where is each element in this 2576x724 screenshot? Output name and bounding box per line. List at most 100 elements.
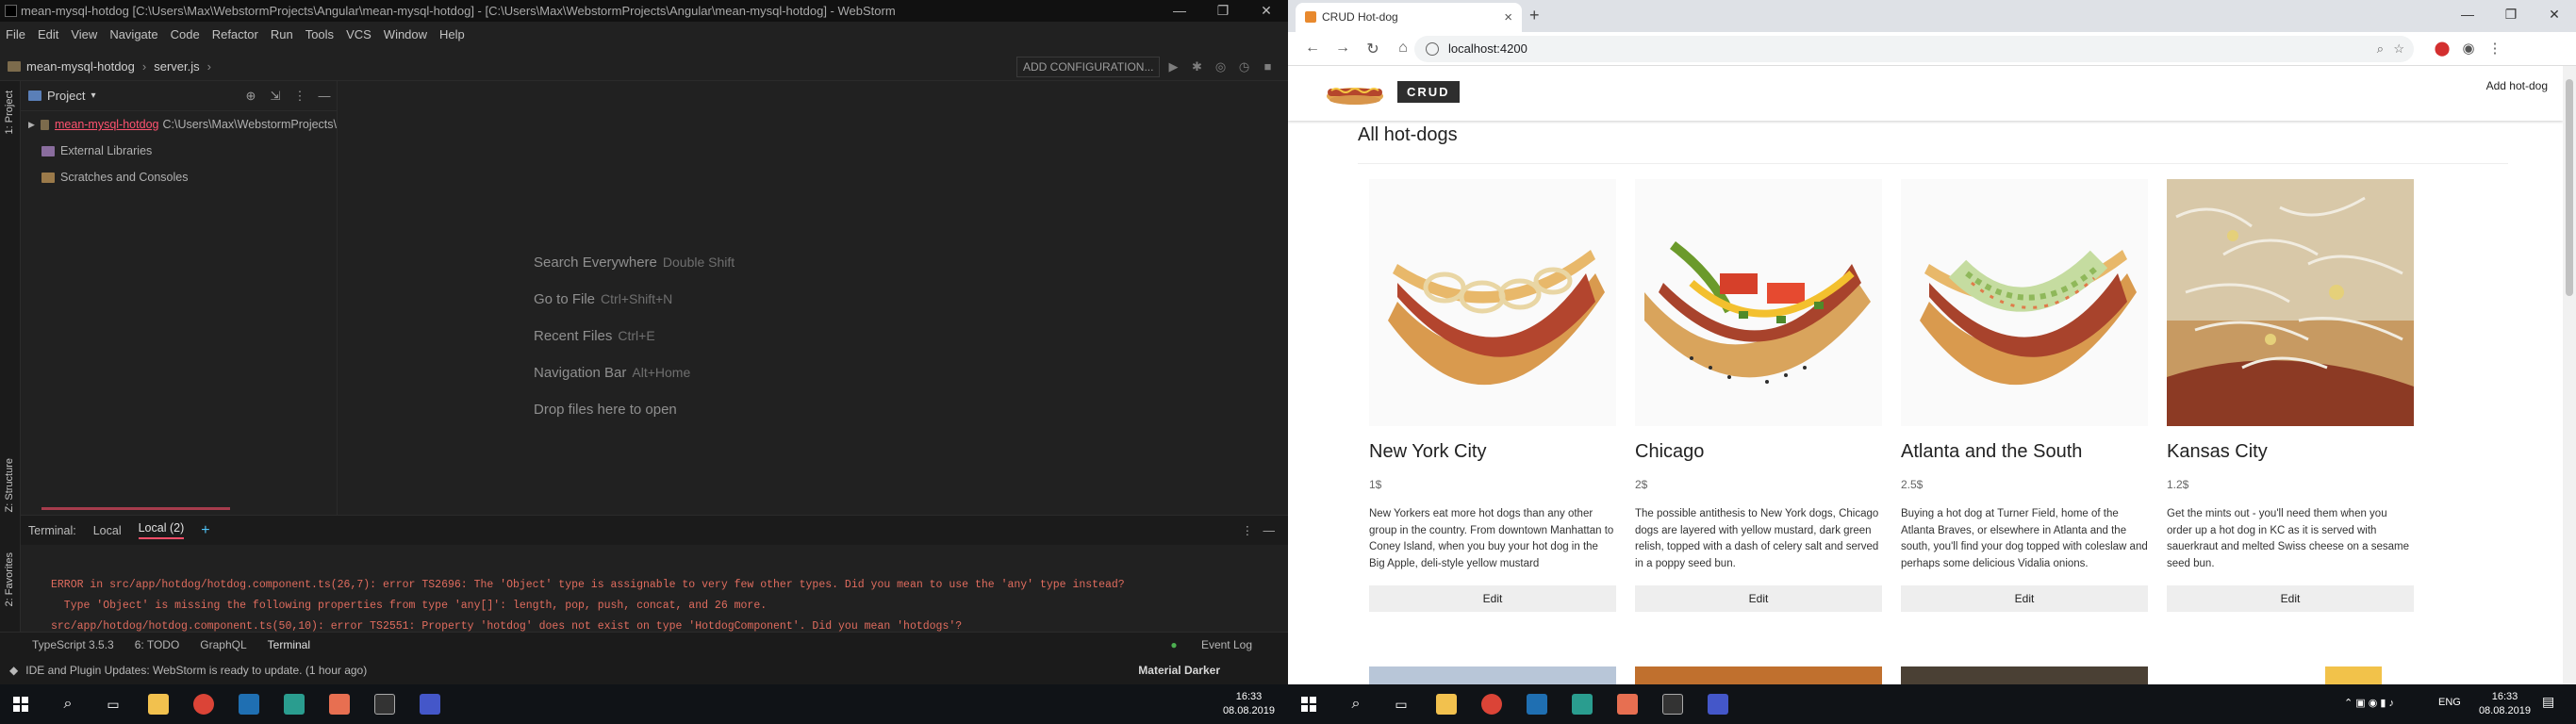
opera-extension-icon[interactable]: ⬤ bbox=[2429, 40, 2455, 57]
language-indicator[interactable]: ENG bbox=[2438, 697, 2461, 708]
minimize-icon[interactable]: — bbox=[2446, 0, 2489, 28]
tree-item-external-libraries[interactable]: External Libraries bbox=[21, 138, 337, 164]
back-icon[interactable]: ← bbox=[1297, 40, 1328, 58]
reload-icon[interactable]: ↻ bbox=[1358, 40, 1388, 58]
menu-navigate[interactable]: Navigate bbox=[109, 27, 157, 41]
task-view-icon[interactable]: ▭ bbox=[91, 690, 136, 718]
tree-item-project-root[interactable]: ▶ mean-mysql-hotdog C:\Users\Max\Webstor… bbox=[21, 111, 337, 138]
event-log-button[interactable]: ● Event Log bbox=[1170, 638, 1273, 651]
hotdog-logo-icon[interactable] bbox=[1324, 75, 1386, 107]
menu-edit[interactable]: Edit bbox=[38, 27, 58, 41]
browser-window: CRUD Hot-dog × + — ❐ ✕ ← → ↻ ⌂ localhost… bbox=[1288, 0, 2576, 684]
menu-help[interactable]: Help bbox=[439, 27, 465, 41]
maximize-icon[interactable]: ❐ bbox=[1201, 0, 1245, 22]
menu-run[interactable]: Run bbox=[271, 27, 293, 41]
maximize-icon[interactable]: ❐ bbox=[2489, 0, 2533, 28]
zoom-icon[interactable]: ⌕ bbox=[2377, 36, 2384, 62]
terminal-tab-local-2[interactable]: Local (2) bbox=[138, 521, 185, 539]
close-icon[interactable]: ✕ bbox=[1245, 0, 1288, 22]
edit-button[interactable]: Edit bbox=[1369, 585, 1616, 612]
menu-view[interactable]: View bbox=[71, 27, 97, 41]
clock-date: 08.08.2019 bbox=[1222, 705, 1275, 716]
chrome-icon[interactable] bbox=[181, 690, 226, 718]
close-icon[interactable]: ✕ bbox=[2533, 0, 2576, 28]
theme-indicator[interactable]: Material Darker bbox=[1138, 664, 1220, 677]
search-icon[interactable]: ⌕ bbox=[1333, 690, 1379, 718]
taskbar-clock[interactable]: 16:33 08.08.2019 bbox=[1223, 690, 1275, 718]
locate-icon[interactable]: ⊕ bbox=[239, 89, 263, 104]
task-view-icon[interactable]: ▭ bbox=[1379, 690, 1424, 718]
stop-icon[interactable]: ■ bbox=[1256, 59, 1280, 74]
tool-terminal[interactable]: Terminal bbox=[268, 638, 310, 651]
profile-avatar-icon[interactable]: ◉ bbox=[2455, 40, 2482, 57]
side-tab-favorites[interactable]: 2: Favorites bbox=[4, 552, 15, 606]
menu-vcs[interactable]: VCS bbox=[346, 27, 372, 41]
menu-window[interactable]: Window bbox=[384, 27, 427, 41]
add-hotdog-link[interactable]: Add hot-dog bbox=[2486, 79, 2548, 92]
webstorm-icon[interactable] bbox=[1514, 690, 1560, 718]
tray-icons[interactable]: ⌃ ▣ ◉ ▮ ♪ bbox=[2344, 697, 2394, 709]
menu-code[interactable]: Code bbox=[171, 27, 200, 41]
profile-icon[interactable]: ◷ bbox=[1232, 59, 1256, 74]
terminal-tab-local[interactable]: Local bbox=[93, 524, 122, 537]
windows-start-icon[interactable] bbox=[1301, 697, 1316, 712]
webstorm-icon[interactable] bbox=[226, 690, 272, 718]
chrome-icon[interactable] bbox=[1469, 690, 1514, 718]
tool-typescript[interactable]: TypeScript 3.5.3 bbox=[32, 638, 114, 651]
breadcrumb-project[interactable]: mean-mysql-hotdog bbox=[26, 59, 135, 74]
taskbar-clock[interactable]: 16:33 08.08.2019 bbox=[2479, 690, 2531, 718]
terminal-icon[interactable] bbox=[1650, 690, 1695, 718]
status-message[interactable]: IDE and Plugin Updates: WebStorm is read… bbox=[25, 664, 367, 677]
hide-icon[interactable]: — bbox=[312, 89, 337, 104]
menu-file[interactable]: File bbox=[6, 27, 25, 41]
chevron-right-icon[interactable]: ▶ bbox=[28, 120, 35, 130]
app-icon[interactable] bbox=[272, 690, 317, 718]
edit-button[interactable]: Edit bbox=[1901, 585, 2148, 612]
tool-graphql[interactable]: GraphQL bbox=[200, 638, 246, 651]
terminal-output[interactable]: ERROR in src/app/hotdog/hotdog.component… bbox=[21, 545, 1288, 633]
file-explorer-icon[interactable] bbox=[1424, 690, 1469, 718]
menu-tools[interactable]: Tools bbox=[305, 27, 334, 41]
notification-icon[interactable]: ▤ bbox=[2542, 694, 2554, 710]
hint-navigation-bar: Navigation Bar Alt+Home bbox=[534, 365, 691, 381]
app-icon[interactable] bbox=[1695, 690, 1741, 718]
file-explorer-icon[interactable] bbox=[136, 690, 181, 718]
side-tab-structure[interactable]: Z: Structure bbox=[4, 458, 15, 512]
minimize-icon[interactable]: — bbox=[1158, 0, 1201, 22]
menu-refactor[interactable]: Refactor bbox=[212, 27, 258, 41]
edit-button[interactable]: Edit bbox=[1635, 585, 1882, 612]
close-tab-icon[interactable]: × bbox=[1504, 3, 1512, 32]
site-info-icon[interactable] bbox=[1426, 42, 1439, 56]
add-configuration-button[interactable]: ADD CONFIGURATION... bbox=[1016, 57, 1161, 77]
address-bar[interactable]: localhost:4200 ⌕ ☆ bbox=[1414, 36, 2414, 62]
tool-todo[interactable]: 6: TODO bbox=[135, 638, 180, 651]
search-icon[interactable]: ⌕ bbox=[45, 690, 91, 718]
browser-tab[interactable]: CRUD Hot-dog × bbox=[1296, 3, 1522, 32]
new-tab-icon[interactable]: + bbox=[1529, 6, 1540, 25]
coverage-icon[interactable]: ◎ bbox=[1209, 59, 1232, 74]
app-icon[interactable] bbox=[407, 690, 453, 718]
app-icon[interactable] bbox=[1605, 690, 1650, 718]
chevron-down-icon[interactable]: ▾ bbox=[91, 90, 95, 101]
windows-start-icon[interactable] bbox=[13, 697, 28, 712]
terminal-settings-icon[interactable]: ⋮ — bbox=[1242, 523, 1275, 537]
forward-icon[interactable]: → bbox=[1328, 40, 1358, 58]
add-terminal-icon[interactable]: + bbox=[201, 522, 209, 539]
app-icon[interactable] bbox=[1560, 690, 1605, 718]
project-panel-title[interactable]: Project bbox=[47, 89, 85, 103]
debug-icon[interactable]: ✱ bbox=[1185, 59, 1209, 74]
run-icon[interactable]: ▶ bbox=[1162, 59, 1185, 74]
brand-label[interactable]: CRUD bbox=[1397, 81, 1460, 103]
app-icon[interactable] bbox=[317, 690, 362, 718]
page-scrollbar[interactable] bbox=[2563, 66, 2576, 684]
scrollbar-thumb[interactable] bbox=[2566, 79, 2573, 296]
tree-item-scratches[interactable]: Scratches and Consoles bbox=[21, 164, 337, 190]
side-tab-project[interactable]: 1: Project bbox=[4, 90, 15, 134]
collapse-icon[interactable]: ⇲ bbox=[263, 89, 288, 104]
terminal-icon[interactable] bbox=[362, 690, 407, 718]
breadcrumb-file[interactable]: server.js bbox=[154, 59, 199, 74]
edit-button[interactable]: Edit bbox=[2167, 585, 2414, 612]
chrome-menu-icon[interactable]: ⋮ bbox=[2482, 40, 2508, 57]
settings-icon[interactable]: ⋮ bbox=[288, 89, 312, 104]
bookmark-star-icon[interactable]: ☆ bbox=[2393, 36, 2404, 62]
